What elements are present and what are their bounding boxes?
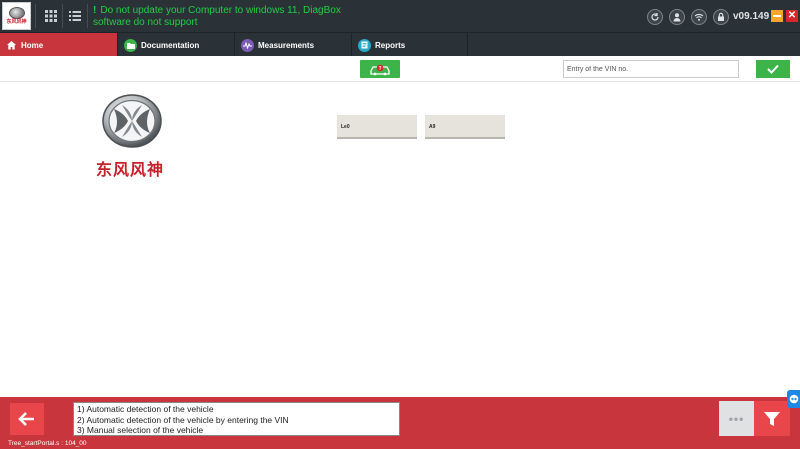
brand-name: 东风风神 [96, 160, 165, 179]
folder-icon [124, 38, 137, 52]
bottom-bar: 1) Automatic detection of the vehicle 2)… [0, 397, 800, 449]
tab-documentation[interactable]: Documentation [118, 33, 235, 57]
warning-message: ! Do not update your Computer to windows … [93, 5, 341, 28]
tab-label: Reports [375, 40, 406, 50]
separator [62, 4, 63, 28]
waveform-icon [241, 38, 254, 52]
teamviewer-icon [789, 394, 798, 404]
tab-measurements[interactable]: Measurements [235, 33, 352, 57]
report-icon [358, 38, 371, 52]
instruction-line: 3) Manual selection of the vehicle [77, 425, 204, 435]
filter-button[interactable] [754, 401, 790, 436]
vehicle-detect-button[interactable]: ? [360, 60, 400, 78]
status-text: Tree_startPortal.s : 104_00 [8, 440, 87, 447]
instruction-line: 1) Automatic detection of the vehicle [77, 404, 214, 414]
car-icon: ? [370, 64, 390, 76]
vin-input[interactable] [563, 60, 739, 78]
lock-button[interactable] [713, 9, 729, 25]
close-button[interactable]: ✕ [786, 10, 798, 22]
model-button-a9[interactable]: A9 [425, 115, 505, 139]
back-button[interactable] [10, 403, 44, 435]
version-label: v09.149 [733, 11, 770, 22]
separator [87, 4, 88, 28]
diagbox-window: 东风风神 ! Do not update your Computer to win… [0, 0, 800, 449]
grid-view-icon[interactable] [44, 9, 58, 23]
tab-home[interactable]: Home [0, 33, 118, 57]
lock-icon [718, 12, 724, 21]
vehicle-toolbar: ? [0, 56, 800, 82]
main-navigation: Home Documentation Measurements Reports [0, 32, 800, 57]
teamviewer-button[interactable] [787, 390, 800, 408]
model-button-le0[interactable]: Le0 [337, 115, 417, 139]
tab-label: Measurements [258, 40, 315, 50]
filter-icon [764, 411, 780, 426]
list-view-icon[interactable] [68, 9, 82, 23]
warning-icon: ! [93, 5, 97, 16]
more-options-button[interactable]: ••• [719, 401, 754, 436]
user-icon [673, 13, 681, 22]
brand-emblem-icon [8, 7, 25, 19]
top-bar: 东风风神 ! Do not update your Computer to win… [0, 0, 800, 32]
vin-confirm-button[interactable] [756, 60, 790, 78]
separator [35, 4, 36, 28]
wifi-button[interactable] [691, 9, 707, 25]
checkmark-icon [767, 64, 779, 74]
app-logo[interactable]: 东风风神 [2, 2, 31, 30]
user-button[interactable] [669, 9, 685, 25]
tab-label: Documentation [141, 40, 200, 50]
refresh-icon [651, 13, 659, 21]
refresh-button[interactable] [647, 9, 663, 25]
tab-reports[interactable]: Reports [352, 33, 468, 57]
dongfeng-logo [102, 94, 162, 148]
tab-label: Home [21, 40, 44, 50]
svg-text:?: ? [378, 66, 381, 72]
instruction-line: 2) Automatic detection of the vehicle by… [77, 414, 289, 425]
home-icon [7, 40, 16, 49]
detection-instructions: 1) Automatic detection of the vehicle 2)… [73, 402, 400, 436]
minimize-button[interactable] [771, 10, 783, 22]
wifi-icon [694, 13, 704, 21]
app-logo-text: 东风风神 [6, 19, 27, 25]
arrow-left-icon [18, 412, 34, 426]
